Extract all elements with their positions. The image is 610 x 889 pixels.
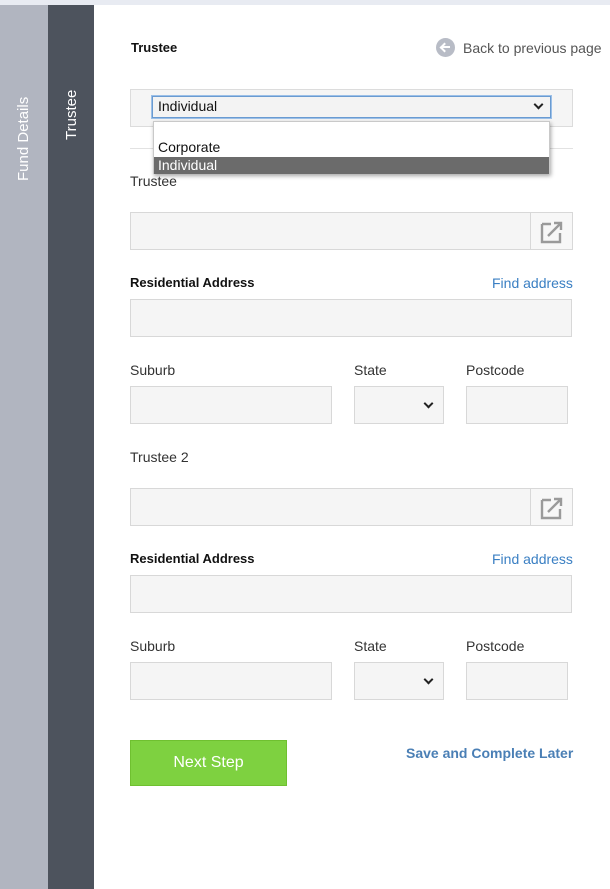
external-link-icon xyxy=(540,497,563,520)
residential-address-label: Residential Address xyxy=(130,275,255,290)
chevron-down-icon xyxy=(533,99,544,110)
sidebar-step-fund-details-label: Fund Details xyxy=(15,96,32,181)
external-link-icon xyxy=(540,221,563,244)
postcode-label: Postcode xyxy=(466,362,525,378)
trustee-type-dropdown: Corporate Individual xyxy=(153,121,550,174)
chevron-down-icon xyxy=(423,398,434,409)
suburb-2-label: Suburb xyxy=(130,638,176,654)
sidebar-step-trustee[interactable]: Trustee xyxy=(48,5,94,889)
sidebar-step-trustee-label: Trustee xyxy=(63,89,80,140)
state-label: State xyxy=(354,362,387,378)
trustee-2-lookup-button[interactable] xyxy=(530,489,572,525)
suburb-2-input[interactable] xyxy=(130,662,332,700)
trustee-type-selected: Individual xyxy=(158,98,218,114)
postcode-input[interactable] xyxy=(466,386,568,424)
sidebar-step-fund-details[interactable]: Fund Details xyxy=(0,5,48,889)
state-2-label: State xyxy=(354,638,387,654)
next-step-button[interactable]: Next Step xyxy=(130,740,287,786)
back-link-label: Back to previous page xyxy=(463,39,602,56)
find-address-2-link[interactable]: Find address xyxy=(492,551,573,567)
state-2-select[interactable] xyxy=(354,662,444,700)
suburb-label: Suburb xyxy=(130,362,176,378)
residential-address-2-label: Residential Address xyxy=(130,551,255,566)
save-and-complete-later-link[interactable]: Save and Complete Later xyxy=(406,745,573,761)
trustee-name-field[interactable] xyxy=(130,212,573,250)
postcode-2-label: Postcode xyxy=(466,638,525,654)
trustee-type-select[interactable]: Individual xyxy=(152,96,551,118)
find-address-link[interactable]: Find address xyxy=(492,275,573,291)
trustee-lookup-button[interactable] xyxy=(530,213,572,249)
trustee-label: Trustee xyxy=(130,173,177,189)
residential-address-2-input[interactable] xyxy=(130,575,572,613)
arrow-left-icon xyxy=(436,38,455,57)
trustee-2-label: Trustee 2 xyxy=(130,449,189,465)
suburb-input[interactable] xyxy=(130,386,332,424)
back-to-previous-link[interactable]: Back to previous page xyxy=(436,38,602,57)
dropdown-option-corporate[interactable]: Corporate xyxy=(154,139,549,156)
trustee-2-name-field[interactable] xyxy=(130,488,573,526)
postcode-2-input[interactable] xyxy=(466,662,568,700)
residential-address-input[interactable] xyxy=(130,299,572,337)
state-select[interactable] xyxy=(354,386,444,424)
chevron-down-icon xyxy=(423,674,434,685)
page-title: Trustee xyxy=(131,40,178,55)
dropdown-option-individual[interactable]: Individual xyxy=(154,157,549,174)
